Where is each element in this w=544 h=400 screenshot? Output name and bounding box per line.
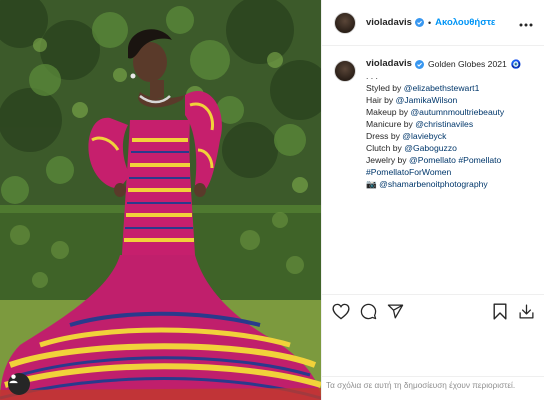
bookmark-icon[interactable]: [493, 303, 507, 325]
avatar[interactable]: [334, 11, 356, 34]
caption-line: 📷 @shamarbenoitphotography: [366, 178, 522, 190]
hashtag-link[interactable]: #PomellatoForWomen: [366, 167, 451, 177]
caption-prefix: Styled by: [366, 83, 404, 93]
caption-line: Makeup by @autumnmoultriebeauty: [366, 106, 522, 118]
verified-badge-icon: [414, 59, 424, 69]
caption-line: #PomellatoForWomen: [366, 166, 522, 178]
caption-prefix: Hair by: [366, 95, 396, 105]
caption-prefix: Dress by: [366, 131, 403, 141]
download-icon[interactable]: [518, 303, 535, 325]
caption-line: Hair by @JamikaWilson: [366, 94, 522, 106]
mention-link[interactable]: @autumnmoultriebeauty: [410, 107, 504, 117]
mention-link[interactable]: @shamarbenoitphotography: [379, 179, 488, 189]
hashtag-link[interactable]: #Pomellato: [458, 155, 501, 165]
caption-prefix: Makeup by: [366, 107, 411, 117]
comments-disabled-notice: Τα σχόλια σε αυτή τη δημοσίευση έχουν πε…: [322, 376, 544, 390]
caption-prefix: Clutch by: [366, 143, 405, 153]
more-options-icon[interactable]: [519, 14, 533, 32]
camera-emoji: 📷: [366, 179, 380, 189]
verified-badge-icon: [414, 18, 424, 27]
mention-link[interactable]: @laviebyck: [402, 131, 446, 141]
caption-line: Styled by @elizabethstewart1: [366, 82, 522, 94]
caption-line: Dress by @laviebyck: [366, 130, 522, 142]
mention-link[interactable]: @Pomellato: [409, 155, 456, 165]
caption-username[interactable]: violadavis: [366, 58, 412, 70]
mention-link[interactable]: @christinaviles: [415, 119, 473, 129]
caption-prefix: Jewelry by: [366, 155, 409, 165]
caption-prefix: Manicure by: [366, 119, 416, 129]
caption-line: Clutch by @Gaboguzzo: [366, 142, 522, 154]
post-side-panel: violadavis • Ακολουθήστε violadavis Gold…: [321, 0, 544, 400]
username-link[interactable]: violadavis: [366, 17, 412, 28]
caption-dots: . . .: [366, 71, 378, 81]
nazar-emoji: 🧿: [510, 59, 522, 69]
mention-link[interactable]: @elizabethstewart1: [404, 83, 480, 93]
post-actions-bar: [322, 294, 544, 326]
heart-icon[interactable]: [332, 303, 350, 325]
share-icon[interactable]: [387, 303, 404, 325]
mention-link[interactable]: @Gaboguzzo: [404, 143, 457, 153]
caption-title: Golden Globes 2021: [427, 59, 507, 69]
follow-button[interactable]: Ακολουθήστε: [435, 17, 495, 28]
post-caption: violadavis Golden Globes 2021 🧿 . . . St…: [334, 58, 539, 190]
photo-illustration: [0, 0, 321, 400]
post-header: violadavis • Ακολουθήστε: [322, 0, 544, 46]
mention-link[interactable]: @JamikaWilson: [396, 95, 458, 105]
user-tag-button[interactable]: [8, 373, 30, 395]
separator-dot: •: [427, 17, 432, 28]
caption-line: Manicure by @christinaviles: [366, 118, 522, 130]
caption-line: Jewelry by @Pomellato #Pomellato: [366, 154, 522, 166]
avatar[interactable]: [334, 60, 356, 82]
post-photo[interactable]: [0, 0, 321, 400]
comment-icon[interactable]: [360, 303, 377, 325]
